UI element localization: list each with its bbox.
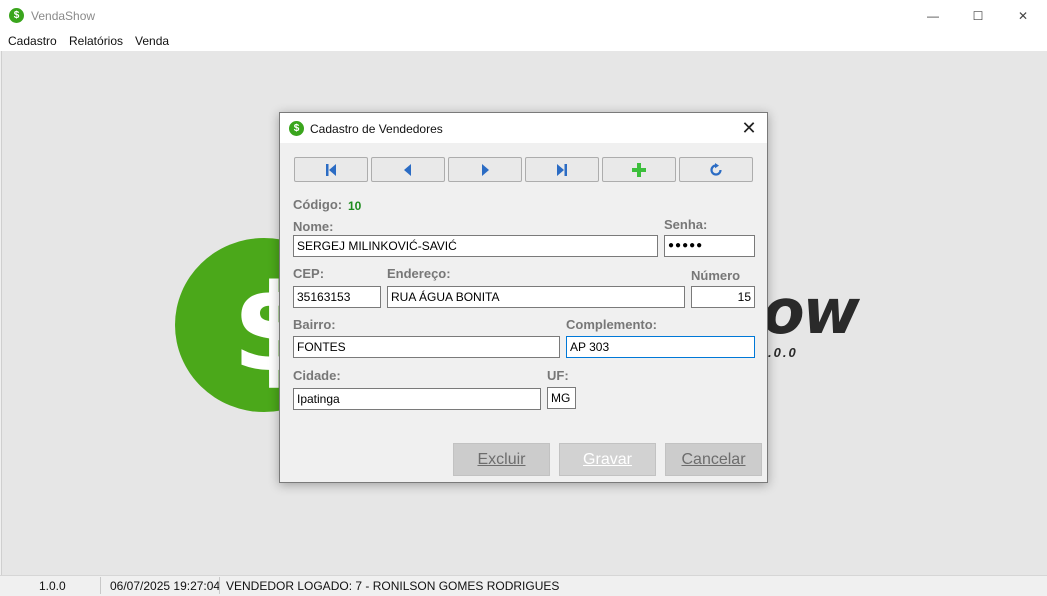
first-record-button[interactable]: [294, 157, 368, 182]
previous-icon: [404, 163, 411, 176]
dialog-close-button[interactable]: ✕: [737, 117, 761, 139]
status-datetime: 06/07/2025 19:27:04: [110, 579, 221, 593]
excluir-button[interactable]: Excluir: [453, 443, 550, 476]
nome-input[interactable]: SERGEJ MILINKOVIĆ-SAVIĆ: [293, 235, 658, 257]
uf-input[interactable]: MG: [547, 387, 576, 409]
codigo-value: 10: [348, 199, 362, 213]
app-logo-icon: $: [9, 8, 24, 23]
next-record-button[interactable]: [448, 157, 522, 182]
cancelar-label: Cancelar: [681, 451, 746, 468]
excluir-label: Excluir: [477, 451, 526, 468]
logo-wordmark: ow: [762, 275, 860, 348]
endereco-label: Endereço:: [387, 266, 451, 281]
close-icon: ✕: [1017, 9, 1029, 23]
title-bar: $ VendaShow — ☐ ✕: [0, 0, 1047, 32]
status-bar: 1.0.0 06/07/2025 19:27:04 VENDEDOR LOGAD…: [0, 575, 1047, 596]
maximize-icon: ☐: [972, 9, 984, 23]
bairro-label: Bairro:: [293, 317, 336, 332]
gravar-button[interactable]: Gravar: [559, 443, 656, 476]
logo-version: .0.0: [768, 345, 798, 360]
status-user: VENDEDOR LOGADO: 7 - RONILSON GOMES RODR…: [226, 579, 560, 593]
status-separator: [100, 577, 101, 594]
endereco-input[interactable]: RUA ÁGUA BONITA: [387, 286, 685, 308]
previous-record-button[interactable]: [371, 157, 445, 182]
first-icon: [326, 163, 336, 176]
close-button[interactable]: ✕: [1000, 0, 1046, 32]
status-separator: [219, 577, 220, 594]
refresh-button[interactable]: [679, 157, 753, 182]
cep-input[interactable]: 35163153: [293, 286, 381, 308]
maximize-button[interactable]: ☐: [955, 0, 1001, 32]
gravar-label: Gravar: [583, 451, 632, 468]
last-icon: [557, 163, 567, 176]
dialog-title-bar: $ Cadastro de Vendedores ✕: [280, 113, 767, 143]
cadastro-vendedores-dialog: $ Cadastro de Vendedores ✕ Código: 10 No…: [279, 112, 768, 483]
uf-label: UF:: [547, 368, 569, 383]
menu-bar: Cadastro Relatórios Venda: [0, 32, 1047, 51]
new-record-button[interactable]: [602, 157, 676, 182]
minimize-icon: —: [927, 9, 939, 23]
last-record-button[interactable]: [525, 157, 599, 182]
numero-input[interactable]: 15: [691, 286, 755, 308]
nome-label: Nome:: [293, 219, 334, 234]
senha-label: Senha:: [664, 217, 708, 232]
menu-cadastro[interactable]: Cadastro: [8, 34, 57, 48]
complemento-input[interactable]: AP 303: [566, 336, 755, 358]
next-icon: [482, 163, 489, 176]
complemento-label: Complemento:: [566, 317, 657, 332]
numero-label: Número: [691, 268, 741, 283]
refresh-icon: [710, 162, 722, 176]
cidade-label: Cidade:: [293, 368, 341, 383]
senha-input[interactable]: ●●●●●: [664, 235, 755, 257]
menu-venda[interactable]: Venda: [135, 34, 169, 48]
plus-icon: [632, 162, 646, 177]
codigo-label: Código:: [293, 197, 343, 212]
dialog-title: Cadastro de Vendedores: [310, 122, 443, 136]
cep-label: CEP:: [293, 266, 325, 281]
status-version: 1.0.0: [39, 579, 66, 593]
dialog-logo-icon: $: [289, 121, 304, 136]
cidade-input[interactable]: Ipatinga: [293, 388, 541, 410]
menu-relatorios[interactable]: Relatórios: [69, 34, 123, 48]
close-icon: ✕: [741, 118, 757, 138]
bairro-input[interactable]: FONTES: [293, 336, 560, 358]
window-title: VendaShow: [31, 9, 96, 23]
cancelar-button[interactable]: Cancelar: [665, 443, 762, 476]
minimize-button[interactable]: —: [910, 0, 956, 32]
